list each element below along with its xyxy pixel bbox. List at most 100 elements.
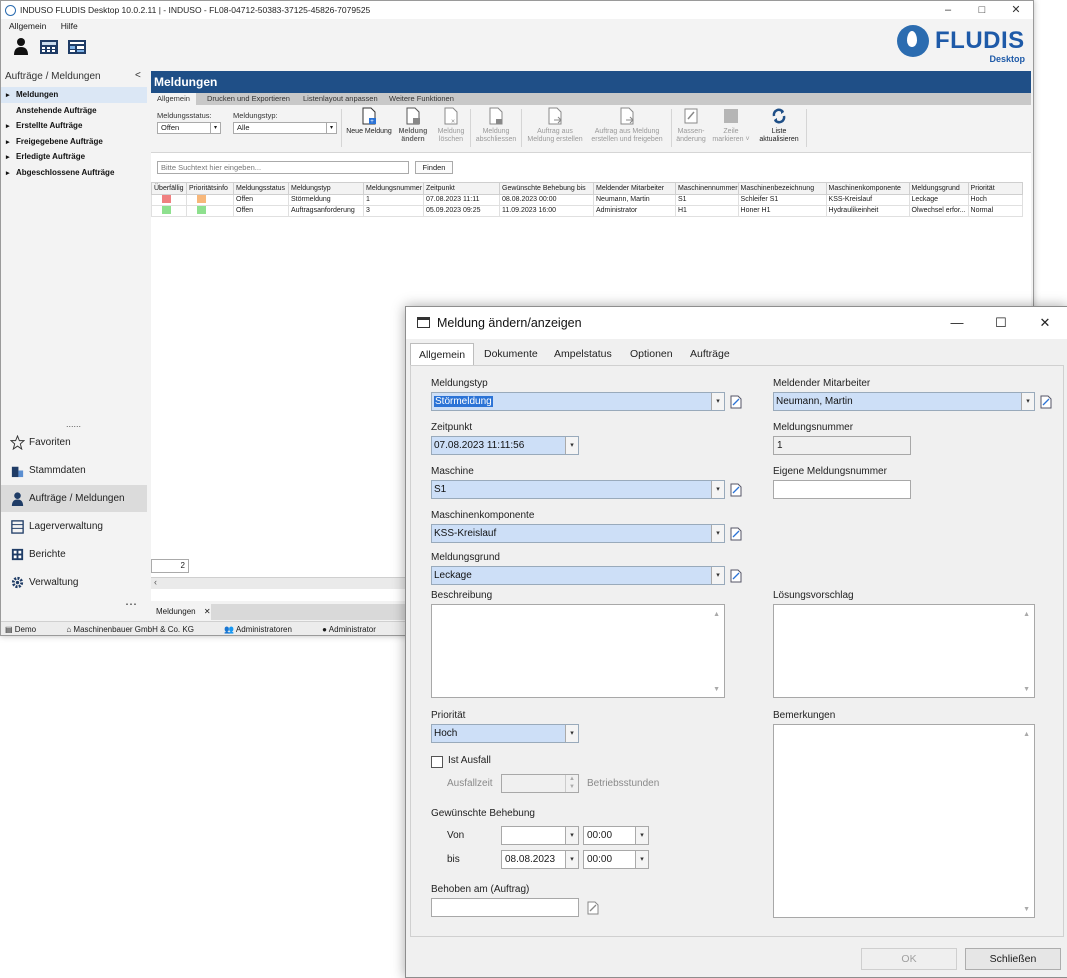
ist-ausfall-checkbox[interactable] [431, 756, 443, 768]
mark-row-button[interactable]: Zeile markieren ˅ [711, 107, 751, 144]
refresh-list-button[interactable]: Liste aktualisieren [755, 107, 803, 144]
column-header[interactable]: Maschinenkomponente [825, 182, 910, 195]
tab-optionen[interactable]: Optionen [622, 343, 681, 365]
close-tab-icon[interactable]: ✕ [204, 607, 211, 616]
doc-tab-meldungen[interactable]: Meldungen ✕ [151, 604, 211, 620]
nav-item-abgeschlossene-auftraege[interactable]: ▸ Abgeschlossene Aufträge [1, 165, 147, 181]
edit-mitarbeiter-icon[interactable] [1040, 395, 1052, 409]
type-filter-select[interactable]: Alle ▾ [233, 122, 337, 134]
column-header[interactable]: Überfällig [151, 182, 187, 195]
column-header[interactable]: Priorität [967, 182, 1023, 195]
dashboard-icon[interactable] [67, 37, 87, 57]
scroll-up-icon[interactable]: ▲ [713, 611, 720, 618]
delete-report-button[interactable]: × Meldung löschen [434, 107, 468, 144]
bis-date-picker[interactable]: 08.08.2023 ▾ [501, 850, 579, 869]
eigene-nummer-input[interactable] [773, 480, 911, 499]
mitarbeiter-select[interactable]: Neumann, Martin ▾ [773, 392, 1035, 411]
tab-ampelstatus[interactable]: Ampelstatus [546, 343, 620, 365]
dialog-close-button[interactable]: ✕ [1023, 307, 1067, 339]
maschine-select[interactable]: S1 ▾ [431, 480, 725, 499]
bis-time-picker[interactable]: 00:00 ▾ [583, 850, 649, 869]
create-order-button[interactable]: Auftrag aus Meldung erstellen [524, 107, 586, 144]
column-header[interactable]: Meldungsstatus [233, 182, 289, 195]
zeitpunkt-picker[interactable]: 07.08.2023 11:11:56 ▾ [431, 436, 579, 455]
meldungstyp-select[interactable]: Störmeldung ▾ [431, 392, 725, 411]
loesung-textarea[interactable]: ▲ ▼ [773, 604, 1035, 698]
column-header[interactable]: Meldungstyp [288, 182, 364, 195]
nav-item-freigegebene-auftraege[interactable]: ▸ Freigegebene Aufträge [1, 134, 147, 150]
edit-grund-icon[interactable] [730, 569, 742, 583]
scroll-up-icon[interactable]: ▲ [1023, 611, 1030, 618]
nav-section-lagerverwaltung[interactable]: Lagerverwaltung [1, 513, 147, 540]
behoben-input[interactable] [431, 898, 579, 917]
row-count-field[interactable]: 2 [151, 559, 189, 573]
spinner-icon[interactable]: ▲ ▼ [565, 775, 578, 792]
ribbon-tab-weitere[interactable]: Weitere Funktionen [383, 93, 460, 105]
nav-item-meldungen[interactable]: ▸ Meldungen [1, 87, 147, 103]
ribbon-tab-allgemein[interactable]: Allgemein [151, 93, 196, 105]
scroll-left-icon[interactable]: ‹ [154, 577, 157, 587]
search-button[interactable]: Finden [415, 161, 453, 174]
scroll-up-icon[interactable]: ▲ [1023, 731, 1030, 738]
close-report-button[interactable]: Meldung abschliessen [473, 107, 519, 144]
column-header[interactable]: Meldungsgrund [908, 182, 969, 195]
nav-section-verwaltung[interactable]: Verwaltung [1, 569, 147, 596]
edit-behoben-icon[interactable] [587, 901, 599, 915]
dialog-minimize-button[interactable]: — [935, 307, 979, 339]
status-filter-select[interactable]: Offen ▾ [157, 122, 221, 134]
scroll-down-icon[interactable]: ▼ [713, 686, 720, 693]
column-header[interactable]: Meldungsnummer [363, 182, 424, 195]
komponente-select[interactable]: KSS-Kreislauf ▾ [431, 524, 725, 543]
scroll-down-icon[interactable]: ▼ [1023, 686, 1030, 693]
nav-item-erledigte-auftraege[interactable]: ▸ Erledigte Aufträge [1, 149, 147, 165]
ribbon-tab-drucken[interactable]: Drucken und Exportieren [201, 93, 296, 105]
new-report-button[interactable]: + Neue Meldung [345, 107, 393, 136]
column-header[interactable]: Meldender Mitarbeiter [593, 182, 676, 195]
ribbon-tab-listenlayout[interactable]: Listenlayout anpassen [297, 93, 384, 105]
collapse-nav-button[interactable]: < [135, 70, 141, 81]
minimize-button[interactable]: – [931, 1, 965, 19]
edit-report-button[interactable]: Meldung ändern [395, 107, 431, 144]
column-header[interactable]: Prioritätsinfo [186, 182, 234, 195]
ok-button[interactable]: OK [861, 948, 957, 970]
column-header[interactable]: Maschinennummer [675, 182, 739, 195]
nav-section-favoriten[interactable]: Favoriten [1, 429, 147, 456]
grund-select[interactable]: Leckage ▾ [431, 566, 725, 585]
nav-section-berichte[interactable]: Berichte [1, 541, 147, 568]
scroll-down-icon[interactable]: ▼ [1023, 906, 1030, 913]
tab-allgemein[interactable]: Allgemein [410, 343, 475, 366]
column-header[interactable]: Zeitpunkt [423, 182, 500, 195]
von-time-picker[interactable]: 00:00 ▾ [583, 826, 649, 845]
create-release-order-button[interactable]: Auftrag aus Meldung erstellen und freigeb… [588, 107, 666, 144]
table-row[interactable]: Offen Auftragsanforderung 3 05.09.2023 0… [151, 205, 1023, 217]
von-date-picker[interactable]: ▾ [501, 826, 579, 845]
prioritaet-select[interactable]: Hoch ▾ [431, 724, 579, 743]
edit-meldungstyp-icon[interactable] [730, 395, 742, 409]
maximize-button[interactable]: □ [965, 1, 999, 19]
menu-hilfe[interactable]: Hilfe [61, 21, 78, 31]
tab-auftraege[interactable]: Aufträge [682, 343, 738, 365]
dialog-maximize-button[interactable]: ☐ [979, 307, 1023, 339]
column-header[interactable]: Gewünschte Behebung bis [499, 182, 594, 195]
close-button[interactable]: ✕ [999, 1, 1033, 19]
nav-item-anstehende-auftraege[interactable]: Anstehende Aufträge [1, 103, 147, 119]
calculator-icon[interactable] [39, 37, 59, 57]
splitter-handle[interactable]: ...... [66, 419, 81, 429]
column-header[interactable]: Maschinenbezeichnung [737, 182, 827, 195]
tab-dokumente[interactable]: Dokumente [476, 343, 546, 365]
more-sections-button[interactable]: ⋯ [125, 597, 138, 611]
table-row[interactable]: Offen Störmeldung 1 07.08.2023 11:11 08.… [151, 194, 1023, 206]
user-icon[interactable] [11, 37, 31, 57]
search-input[interactable]: Bitte Suchtext hier eingeben... [157, 161, 409, 174]
beschreibung-textarea[interactable]: ▲ ▼ [431, 604, 725, 698]
nav-section-stammdaten[interactable]: Stammdaten [1, 457, 147, 484]
bulk-edit-button[interactable]: Massen-änderung [674, 107, 708, 144]
menu-allgemein[interactable]: Allgemein [9, 21, 46, 31]
bemerkungen-textarea[interactable]: ▲ ▼ [773, 724, 1035, 918]
close-dialog-button[interactable]: Schließen [965, 948, 1061, 970]
edit-maschine-icon[interactable] [730, 483, 742, 497]
edit-komponente-icon[interactable] [730, 527, 742, 541]
nav-item-erstellte-auftraege[interactable]: ▸ Erstellte Aufträge [1, 118, 147, 134]
ausfallzeit-input[interactable]: ▲ ▼ [501, 774, 579, 793]
nav-section-auftraege-meldungen[interactable]: Aufträge / Meldungen [1, 485, 147, 512]
